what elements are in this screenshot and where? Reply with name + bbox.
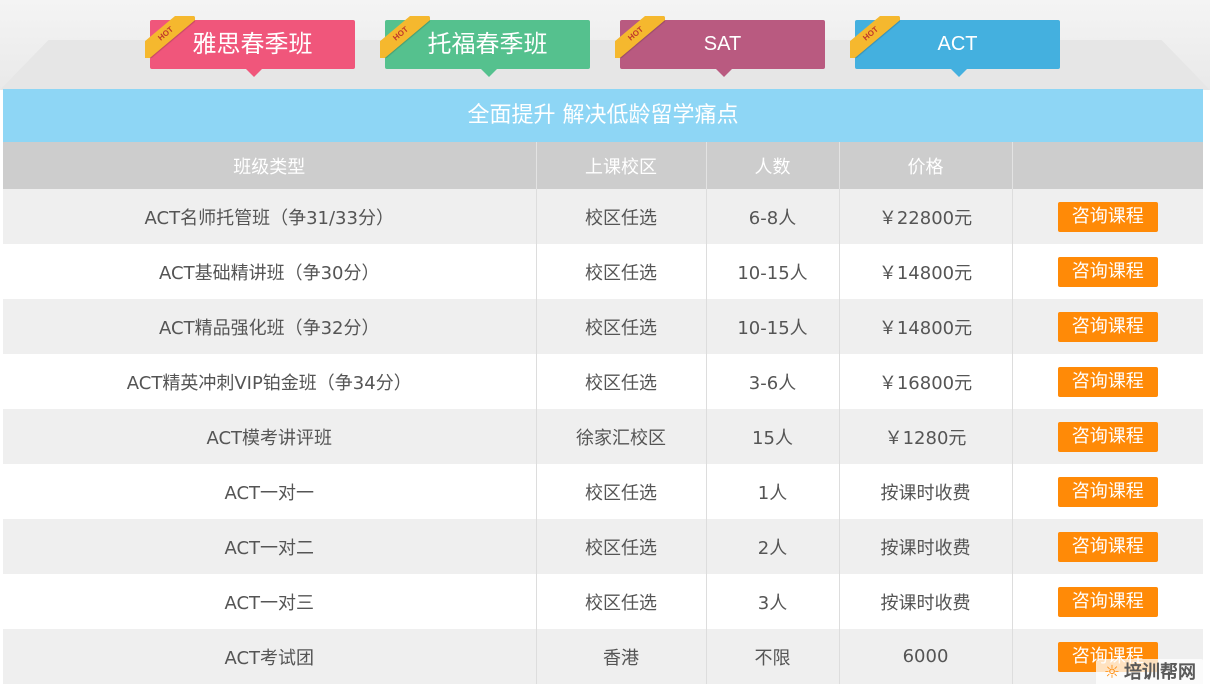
tab-pointer: [716, 69, 732, 77]
hot-badge: HOT: [380, 16, 430, 58]
action-cell: 咨询课程: [1012, 574, 1203, 629]
class-size-cell: 6-8人: [706, 189, 840, 244]
header-action: [1012, 142, 1203, 189]
consult-course-button[interactable]: 咨询课程: [1057, 476, 1158, 507]
table-row: ACT精英冲刺VIP铂金班（争34分） 校区任选 3-6人 ￥16800元 咨询课程: [3, 354, 1203, 409]
campus-cell: 校区任选: [536, 299, 707, 354]
tab-sat[interactable]: SAT HOT: [615, 16, 825, 77]
class-name-cell: ACT一对二: [3, 519, 537, 574]
table-row: ACT考试团 香港 不限 6000 咨询课程: [3, 629, 1203, 684]
price-cell: 按课时收费: [839, 464, 1013, 519]
action-cell: 咨询课程: [1012, 299, 1203, 354]
class-name-cell: ACT模考讲评班: [3, 409, 537, 464]
class-name-cell: ACT考试团: [3, 629, 537, 684]
table-row: ACT精品强化班（争32分） 校区任选 10-15人 ￥14800元 咨询课程: [3, 299, 1203, 354]
action-cell: 咨询课程: [1012, 464, 1203, 519]
course-table: 班级类型 上课校区 人数 价格 ACT名师托管班（争31/33分） 校区任选 6-8…: [3, 142, 1203, 684]
tab-ielts-spring[interactable]: 雅思春季班 HOT: [145, 16, 355, 77]
class-size-cell: 3人: [706, 574, 840, 629]
header-campus: 上课校区: [536, 142, 707, 189]
table-row: ACT基础精讲班（争30分） 校区任选 10-15人 ￥14800元 咨询课程: [3, 244, 1203, 299]
consult-course-button[interactable]: 咨询课程: [1057, 311, 1158, 342]
consult-course-button[interactable]: 咨询课程: [1057, 531, 1158, 562]
class-name-cell: ACT基础精讲班（争30分）: [3, 244, 537, 299]
banner-title: 全面提升 解决低龄留学痛点: [3, 89, 1203, 142]
consult-course-button[interactable]: 咨询课程: [1057, 256, 1158, 287]
table-row: ACT名师托管班（争31/33分） 校区任选 6-8人 ￥22800元 咨询课程: [3, 189, 1203, 244]
table-body: ACT名师托管班（争31/33分） 校区任选 6-8人 ￥22800元 咨询课程 ACT基…: [3, 189, 1203, 684]
table-header-row: 班级类型 上课校区 人数 价格: [3, 142, 1203, 189]
consult-course-button[interactable]: 咨询课程: [1057, 421, 1158, 452]
action-cell: 咨询课程: [1012, 519, 1203, 574]
class-size-cell: 2人: [706, 519, 840, 574]
tab-pointer: [481, 69, 497, 77]
consult-course-button[interactable]: 咨询课程: [1057, 201, 1158, 232]
class-name-cell: ACT一对一: [3, 464, 537, 519]
campus-cell: 校区任选: [536, 574, 707, 629]
price-cell: 6000: [839, 629, 1013, 684]
sun-icon: ☼: [1103, 662, 1120, 683]
class-size-cell: 10-15人: [706, 299, 840, 354]
class-size-cell: 不限: [706, 629, 840, 684]
class-name-cell: ACT精品强化班（争32分）: [3, 299, 537, 354]
class-name-cell: ACT一对三: [3, 574, 537, 629]
action-cell: 咨询课程: [1012, 409, 1203, 464]
tab-act[interactable]: ACT HOT: [850, 16, 1060, 77]
action-cell: 咨询课程: [1012, 189, 1203, 244]
tab-toefl-spring[interactable]: 托福春季班 HOT: [380, 16, 590, 77]
class-name-cell: ACT名师托管班（争31/33分）: [3, 189, 537, 244]
table-row: ACT一对三 校区任选 3人 按课时收费 咨询课程: [3, 574, 1203, 629]
campus-cell: 校区任选: [536, 519, 707, 574]
tab-pointer: [246, 69, 262, 77]
consult-course-button[interactable]: 咨询课程: [1057, 366, 1158, 397]
price-cell: ￥22800元: [839, 189, 1013, 244]
consult-course-button[interactable]: 咨询课程: [1057, 586, 1158, 617]
table-row: ACT模考讲评班 徐家汇校区 15人 ￥1280元 咨询课程: [3, 409, 1203, 464]
header-price: 价格: [839, 142, 1013, 189]
campus-cell: 徐家汇校区: [536, 409, 707, 464]
campus-cell: 校区任选: [536, 464, 707, 519]
header-size: 人数: [706, 142, 840, 189]
hot-badge-text: HOT: [615, 16, 665, 58]
campus-cell: 校区任选: [536, 244, 707, 299]
hot-badge: HOT: [145, 16, 195, 58]
table-row: ACT一对二 校区任选 2人 按课时收费 咨询课程: [3, 519, 1203, 574]
price-cell: ￥1280元: [839, 409, 1013, 464]
course-tabs: 雅思春季班 HOT 托福春季班 HOT SAT HOT ACT HOT: [0, 0, 1210, 90]
campus-cell: 校区任选: [536, 189, 707, 244]
header-class-type: 班级类型: [3, 142, 537, 189]
price-cell: ￥14800元: [839, 244, 1013, 299]
hot-badge-text: HOT: [380, 16, 430, 58]
price-cell: ￥14800元: [839, 299, 1013, 354]
hot-badge: HOT: [850, 16, 900, 58]
class-name-cell: ACT精英冲刺VIP铂金班（争34分）: [3, 354, 537, 409]
hot-badge-text: HOT: [145, 16, 195, 58]
campus-cell: 校区任选: [536, 354, 707, 409]
class-size-cell: 15人: [706, 409, 840, 464]
watermark-text: 培训帮网: [1124, 662, 1196, 683]
action-cell: 咨询课程: [1012, 244, 1203, 299]
price-cell: 按课时收费: [839, 519, 1013, 574]
campus-cell: 香港: [536, 629, 707, 684]
action-cell: 咨询课程: [1012, 354, 1203, 409]
watermark-logo: ☼ 培训帮网: [1095, 659, 1204, 687]
price-cell: ￥16800元: [839, 354, 1013, 409]
class-size-cell: 10-15人: [706, 244, 840, 299]
hot-badge: HOT: [615, 16, 665, 58]
price-cell: 按课时收费: [839, 574, 1013, 629]
class-size-cell: 3-6人: [706, 354, 840, 409]
table-row: ACT一对一 校区任选 1人 按课时收费 咨询课程: [3, 464, 1203, 519]
tab-pointer: [951, 69, 967, 77]
class-size-cell: 1人: [706, 464, 840, 519]
hot-badge-text: HOT: [850, 16, 900, 58]
course-panel: 全面提升 解决低龄留学痛点 班级类型 上课校区 人数 价格 ACT名师托管班（争…: [3, 89, 1203, 689]
